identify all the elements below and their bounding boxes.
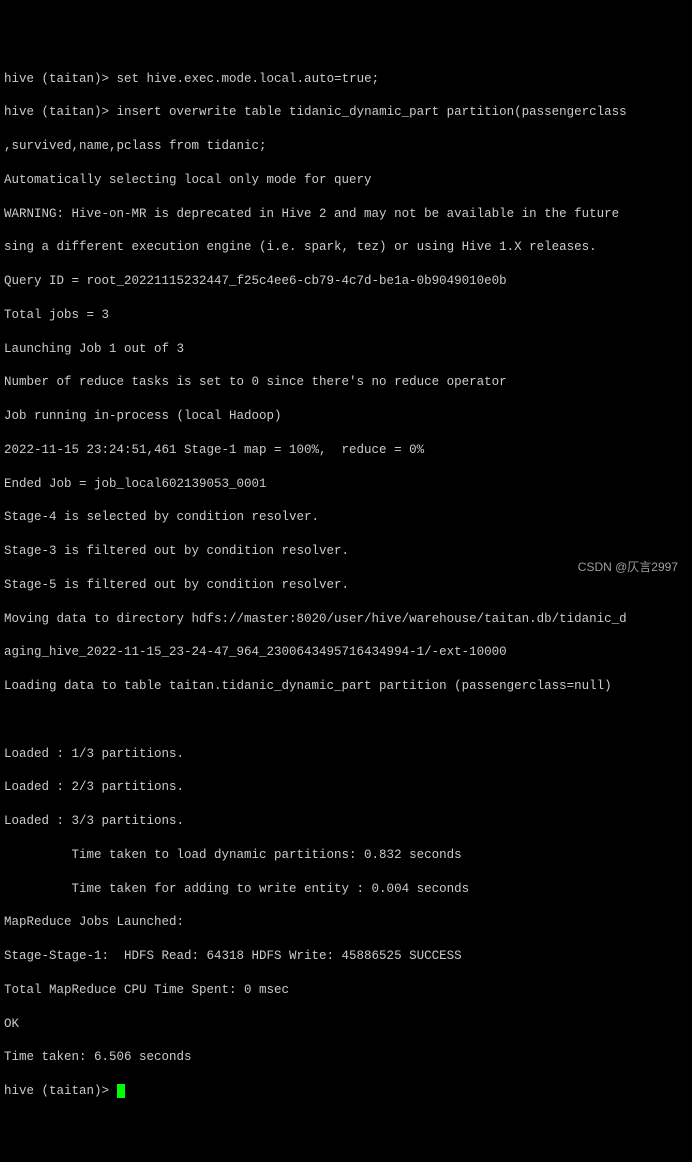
- output-line: Total jobs = 3: [4, 307, 688, 324]
- output-line: WARNING: Hive-on-MR is deprecated in Hiv…: [4, 206, 688, 223]
- output-line: Loaded : 1/3 partitions.: [4, 746, 688, 763]
- output-line: OK: [4, 1016, 688, 1033]
- output-line: Job running in-process (local Hadoop): [4, 408, 688, 425]
- command-text: insert overwrite table tidanic_dynamic_p…: [117, 105, 627, 119]
- output-line: Number of reduce tasks is set to 0 since…: [4, 374, 688, 391]
- cursor-icon: [117, 1084, 125, 1098]
- output-line: sing a different execution engine (i.e. …: [4, 239, 688, 256]
- output-line: Total MapReduce CPU Time Spent: 0 msec: [4, 982, 688, 999]
- output-line: Launching Job 1 out of 3: [4, 341, 688, 358]
- command-text: set hive.exec.mode.local.auto=true;: [117, 72, 380, 86]
- shell-prompt: hive (taitan)>: [4, 105, 117, 119]
- terminal-line[interactable]: hive (taitan)>: [4, 1083, 688, 1100]
- output-line: aging_hive_2022-11-15_23-24-47_964_23006…: [4, 644, 688, 661]
- output-line: Automatically selecting local only mode …: [4, 172, 688, 189]
- output-line: 2022-11-15 23:24:51,461 Stage-1 map = 10…: [4, 442, 688, 459]
- terminal-line: ,survived,name,pclass from tidanic;: [4, 138, 688, 155]
- output-line: Query ID = root_20221115232447_f25c4ee6-…: [4, 273, 688, 290]
- watermark-text: CSDN @仄言2997: [578, 559, 678, 575]
- output-line: Time taken to load dynamic partitions: 0…: [4, 847, 688, 864]
- command-continuation: ,survived,name,pclass from tidanic;: [4, 139, 267, 153]
- output-line: Loaded : 3/3 partitions.: [4, 813, 688, 830]
- output-line: Stage-4 is selected by condition resolve…: [4, 509, 688, 526]
- output-line: Loaded : 2/3 partitions.: [4, 779, 688, 796]
- output-line: Time taken for adding to write entity : …: [4, 881, 688, 898]
- output-line: Time taken: 6.506 seconds: [4, 1049, 688, 1066]
- output-line: Stage-Stage-1: HDFS Read: 64318 HDFS Wri…: [4, 948, 688, 965]
- shell-prompt: hive (taitan)>: [4, 72, 117, 86]
- output-line: Loading data to table taitan.tidanic_dyn…: [4, 678, 688, 695]
- output-line: MapReduce Jobs Launched:: [4, 914, 688, 931]
- shell-prompt: hive (taitan)>: [4, 1084, 117, 1098]
- terminal-line: hive (taitan)> insert overwrite table ti…: [4, 104, 688, 121]
- output-line: Ended Job = job_local602139053_0001: [4, 476, 688, 493]
- terminal-line: hive (taitan)> set hive.exec.mode.local.…: [4, 71, 688, 88]
- output-line: Stage-5 is filtered out by condition res…: [4, 577, 688, 594]
- output-line: Stage-3 is filtered out by condition res…: [4, 543, 688, 560]
- output-line: Moving data to directory hdfs://master:8…: [4, 611, 688, 628]
